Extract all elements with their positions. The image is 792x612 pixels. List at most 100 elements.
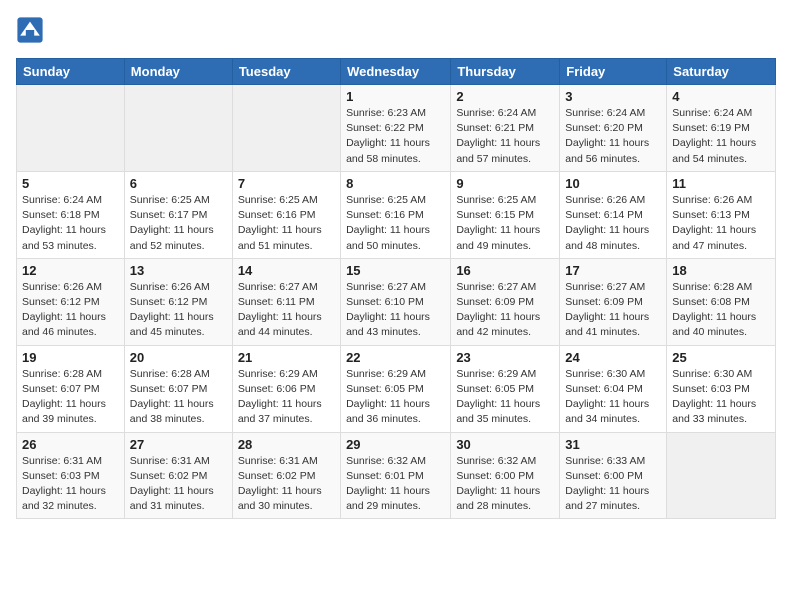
day-info: Sunrise: 6:33 AM Sunset: 6:00 PM Dayligh…	[565, 454, 661, 515]
page: SundayMondayTuesdayWednesdayThursdayFrid…	[0, 0, 792, 612]
calendar-cell: 8 Sunrise: 6:25 AM Sunset: 6:16 PM Daylig…	[341, 171, 451, 258]
day-info: Sunrise: 6:27 AM Sunset: 6:10 PM Dayligh…	[346, 280, 445, 341]
day-info: Sunrise: 6:27 AM Sunset: 6:09 PM Dayligh…	[456, 280, 554, 341]
calendar-cell: 10 Sunrise: 6:26 AM Sunset: 6:14 PM Dayli…	[560, 171, 667, 258]
day-number: 15	[346, 263, 445, 278]
calendar-header-monday: Monday	[124, 59, 232, 85]
calendar-cell: 24 Sunrise: 6:30 AM Sunset: 6:04 PM Dayli…	[560, 345, 667, 432]
day-number: 5	[22, 176, 119, 191]
calendar-week-3: 12 Sunrise: 6:26 AM Sunset: 6:12 PM Dayli…	[17, 258, 776, 345]
logo-icon	[16, 16, 44, 44]
day-info: Sunrise: 6:28 AM Sunset: 6:08 PM Dayligh…	[672, 280, 770, 341]
day-info: Sunrise: 6:30 AM Sunset: 6:03 PM Dayligh…	[672, 367, 770, 428]
calendar-cell: 16 Sunrise: 6:27 AM Sunset: 6:09 PM Dayli…	[451, 258, 560, 345]
day-info: Sunrise: 6:26 AM Sunset: 6:12 PM Dayligh…	[22, 280, 119, 341]
day-number: 16	[456, 263, 554, 278]
calendar-week-4: 19Sunrise: 6:28 AM Sunset: 6:07 PM Dayli…	[17, 345, 776, 432]
day-number: 11	[672, 176, 770, 191]
day-info: Sunrise: 6:30 AM Sunset: 6:04 PM Dayligh…	[565, 367, 661, 428]
calendar-cell: 29Sunrise: 6:32 AM Sunset: 6:01 PM Dayli…	[341, 432, 451, 519]
calendar-cell: 5Sunrise: 6:24 AM Sunset: 6:18 PM Daylig…	[17, 171, 125, 258]
calendar-cell	[124, 85, 232, 172]
day-number: 1	[346, 89, 445, 104]
calendar-cell: 4 Sunrise: 6:24 AM Sunset: 6:19 PM Daylig…	[667, 85, 776, 172]
calendar: SundayMondayTuesdayWednesdayThursdayFrid…	[16, 58, 776, 519]
day-info: Sunrise: 6:27 AM Sunset: 6:09 PM Dayligh…	[565, 280, 661, 341]
day-number: 17	[565, 263, 661, 278]
day-info: Sunrise: 6:23 AM Sunset: 6:22 PM Dayligh…	[346, 106, 445, 167]
day-info: Sunrise: 6:24 AM Sunset: 6:21 PM Dayligh…	[456, 106, 554, 167]
calendar-cell: 1 Sunrise: 6:23 AM Sunset: 6:22 PM Daylig…	[341, 85, 451, 172]
calendar-cell: 30 Sunrise: 6:32 AM Sunset: 6:00 PM Dayli…	[451, 432, 560, 519]
day-info: Sunrise: 6:29 AM Sunset: 6:05 PM Dayligh…	[346, 367, 445, 428]
calendar-header-saturday: Saturday	[667, 59, 776, 85]
calendar-header-sunday: Sunday	[17, 59, 125, 85]
calendar-cell: 18 Sunrise: 6:28 AM Sunset: 6:08 PM Dayli…	[667, 258, 776, 345]
day-info: Sunrise: 6:24 AM Sunset: 6:19 PM Dayligh…	[672, 106, 770, 167]
day-info: Sunrise: 6:26 AM Sunset: 6:13 PM Dayligh…	[672, 193, 770, 254]
calendar-cell: 28 Sunrise: 6:31 AM Sunset: 6:02 PM Dayli…	[232, 432, 340, 519]
day-number: 24	[565, 350, 661, 365]
day-info: Sunrise: 6:31 AM Sunset: 6:03 PM Dayligh…	[22, 454, 119, 515]
calendar-cell: 13 Sunrise: 6:26 AM Sunset: 6:12 PM Dayli…	[124, 258, 232, 345]
day-number: 7	[238, 176, 335, 191]
day-info: Sunrise: 6:26 AM Sunset: 6:12 PM Dayligh…	[130, 280, 227, 341]
calendar-cell	[667, 432, 776, 519]
calendar-cell: 7 Sunrise: 6:25 AM Sunset: 6:16 PM Daylig…	[232, 171, 340, 258]
day-info: Sunrise: 6:29 AM Sunset: 6:05 PM Dayligh…	[456, 367, 554, 428]
day-info: Sunrise: 6:25 AM Sunset: 6:17 PM Dayligh…	[130, 193, 227, 254]
day-number: 28	[238, 437, 335, 452]
day-number: 18	[672, 263, 770, 278]
calendar-cell: 26 Sunrise: 6:31 AM Sunset: 6:03 PM Dayli…	[17, 432, 125, 519]
day-info: Sunrise: 6:25 AM Sunset: 6:15 PM Dayligh…	[456, 193, 554, 254]
day-number: 14	[238, 263, 335, 278]
calendar-cell: 31 Sunrise: 6:33 AM Sunset: 6:00 PM Dayli…	[560, 432, 667, 519]
calendar-cell: 17 Sunrise: 6:27 AM Sunset: 6:09 PM Dayli…	[560, 258, 667, 345]
calendar-cell: 22Sunrise: 6:29 AM Sunset: 6:05 PM Dayli…	[341, 345, 451, 432]
calendar-cell	[232, 85, 340, 172]
calendar-cell: 15 Sunrise: 6:27 AM Sunset: 6:10 PM Dayli…	[341, 258, 451, 345]
calendar-cell	[17, 85, 125, 172]
logo	[16, 16, 48, 44]
calendar-cell: 21 Sunrise: 6:29 AM Sunset: 6:06 PM Dayli…	[232, 345, 340, 432]
day-number: 29	[346, 437, 445, 452]
day-number: 3	[565, 89, 661, 104]
day-number: 27	[130, 437, 227, 452]
day-info: Sunrise: 6:29 AM Sunset: 6:06 PM Dayligh…	[238, 367, 335, 428]
day-info: Sunrise: 6:25 AM Sunset: 6:16 PM Dayligh…	[346, 193, 445, 254]
day-number: 13	[130, 263, 227, 278]
day-number: 6	[130, 176, 227, 191]
day-number: 9	[456, 176, 554, 191]
header	[16, 16, 776, 44]
day-info: Sunrise: 6:31 AM Sunset: 6:02 PM Dayligh…	[238, 454, 335, 515]
calendar-header-tuesday: Tuesday	[232, 59, 340, 85]
calendar-cell: 25Sunrise: 6:30 AM Sunset: 6:03 PM Dayli…	[667, 345, 776, 432]
day-number: 21	[238, 350, 335, 365]
calendar-header-friday: Friday	[560, 59, 667, 85]
day-info: Sunrise: 6:27 AM Sunset: 6:11 PM Dayligh…	[238, 280, 335, 341]
calendar-week-5: 26 Sunrise: 6:31 AM Sunset: 6:03 PM Dayli…	[17, 432, 776, 519]
calendar-cell: 12 Sunrise: 6:26 AM Sunset: 6:12 PM Dayli…	[17, 258, 125, 345]
calendar-cell: 2 Sunrise: 6:24 AM Sunset: 6:21 PM Daylig…	[451, 85, 560, 172]
calendar-cell: 11 Sunrise: 6:26 AM Sunset: 6:13 PM Dayli…	[667, 171, 776, 258]
day-number: 8	[346, 176, 445, 191]
day-number: 4	[672, 89, 770, 104]
day-number: 10	[565, 176, 661, 191]
day-number: 26	[22, 437, 119, 452]
day-number: 31	[565, 437, 661, 452]
calendar-cell: 9 Sunrise: 6:25 AM Sunset: 6:15 PM Daylig…	[451, 171, 560, 258]
day-number: 23	[456, 350, 554, 365]
day-number: 12	[22, 263, 119, 278]
day-info: Sunrise: 6:25 AM Sunset: 6:16 PM Dayligh…	[238, 193, 335, 254]
day-number: 2	[456, 89, 554, 104]
day-info: Sunrise: 6:26 AM Sunset: 6:14 PM Dayligh…	[565, 193, 661, 254]
calendar-cell: 23 Sunrise: 6:29 AM Sunset: 6:05 PM Dayli…	[451, 345, 560, 432]
day-info: Sunrise: 6:31 AM Sunset: 6:02 PM Dayligh…	[130, 454, 227, 515]
calendar-cell: 20Sunrise: 6:28 AM Sunset: 6:07 PM Dayli…	[124, 345, 232, 432]
day-info: Sunrise: 6:32 AM Sunset: 6:00 PM Dayligh…	[456, 454, 554, 515]
calendar-cell: 3 Sunrise: 6:24 AM Sunset: 6:20 PM Daylig…	[560, 85, 667, 172]
day-info: Sunrise: 6:28 AM Sunset: 6:07 PM Dayligh…	[130, 367, 227, 428]
calendar-cell: 19Sunrise: 6:28 AM Sunset: 6:07 PM Dayli…	[17, 345, 125, 432]
day-number: 30	[456, 437, 554, 452]
day-info: Sunrise: 6:24 AM Sunset: 6:20 PM Dayligh…	[565, 106, 661, 167]
